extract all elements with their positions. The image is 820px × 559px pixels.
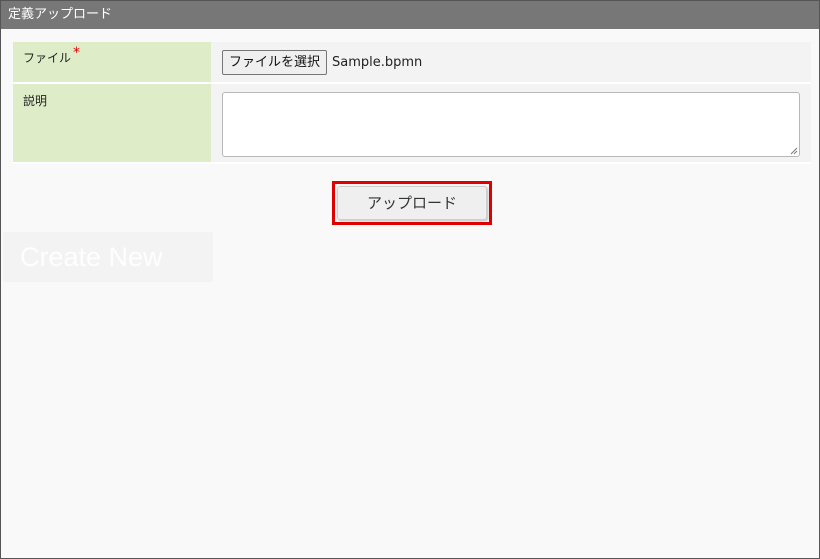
- create-new-button: Create New: [3, 232, 213, 282]
- choose-file-button[interactable]: ファイルを選択: [222, 49, 328, 75]
- dialog-title: 定義アップロード: [1, 1, 819, 29]
- file-row: ファイル * ファイルを選択 Sample.bpmn: [13, 42, 811, 84]
- file-label: ファイル: [23, 51, 72, 65]
- resize-grip-icon[interactable]: [790, 147, 798, 155]
- upload-button[interactable]: アップロード: [337, 186, 487, 220]
- file-input[interactable]: ファイルを選択 Sample.bpmn: [211, 42, 811, 82]
- description-label: 説明: [23, 94, 48, 108]
- upload-definition-dialog: 定義アップロード Create New ファイル * ファイルを選択 Sample…: [0, 0, 820, 559]
- file-value-cell: ファイルを選択 Sample.bpmn: [211, 42, 811, 82]
- file-label-cell: ファイル *: [13, 42, 211, 82]
- description-row: 説明: [13, 84, 811, 164]
- upload-highlight-frame: アップロード: [332, 181, 492, 225]
- description-value-cell: [211, 84, 811, 162]
- upload-form: ファイル * ファイルを選択 Sample.bpmn 説明: [13, 42, 811, 164]
- description-label-cell: 説明: [13, 84, 211, 162]
- required-mark: *: [73, 45, 81, 61]
- description-textarea[interactable]: [222, 92, 800, 157]
- selected-file-name: Sample.bpmn: [332, 54, 423, 70]
